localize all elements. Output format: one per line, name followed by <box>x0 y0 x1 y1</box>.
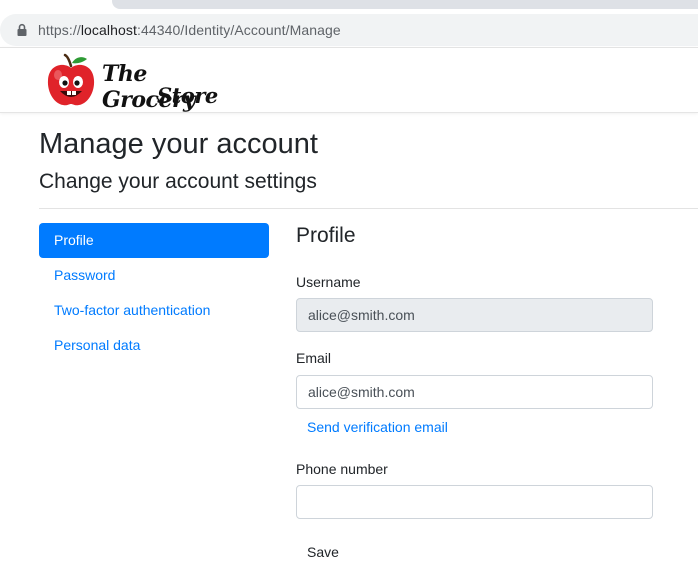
browser-address-bar[interactable]: https://localhost:44340/Identity/Account… <box>0 14 698 46</box>
form-heading: Profile <box>296 224 356 247</box>
username-field[interactable]: alice@smith.com <box>296 298 653 332</box>
url-path: :44340/Identity/Account/Manage <box>136 22 341 38</box>
url-text[interactable]: https://localhost:44340/Identity/Account… <box>38 22 341 38</box>
phone-number-field[interactable] <box>296 485 653 519</box>
browser-tab-bar <box>112 0 698 9</box>
account-sidenav: Profile Password Two-factor authenticati… <box>39 223 269 363</box>
page-subtitle: Change your account settings <box>39 170 317 193</box>
brand-name: The Grocery Store <box>102 61 242 113</box>
phone-number-label: Phone number <box>296 461 388 477</box>
email-field[interactable]: alice@smith.com <box>296 375 653 409</box>
site-navbar: The Grocery Store <box>0 47 698 113</box>
sidebar-item-personal-data[interactable]: Personal data <box>39 328 269 363</box>
send-verification-email-button[interactable]: Send verification email <box>307 419 448 435</box>
save-button[interactable]: Save <box>296 538 350 566</box>
email-label: Email <box>296 350 332 366</box>
sidebar-item-two-factor[interactable]: Two-factor authentication <box>39 293 269 328</box>
brand-line-2: Store <box>157 83 218 108</box>
sidebar-item-password[interactable]: Password <box>39 258 269 293</box>
url-host: localhost <box>80 22 137 38</box>
apple-mascot-icon <box>47 53 95 106</box>
url-protocol: https:// <box>38 22 81 38</box>
sidebar-item-profile[interactable]: Profile <box>39 223 269 258</box>
username-label: Username <box>296 274 361 290</box>
divider <box>39 208 698 209</box>
lock-icon[interactable] <box>15 23 29 37</box>
page-title: Manage your account <box>39 128 318 160</box>
browser-tabstrip <box>0 0 698 10</box>
